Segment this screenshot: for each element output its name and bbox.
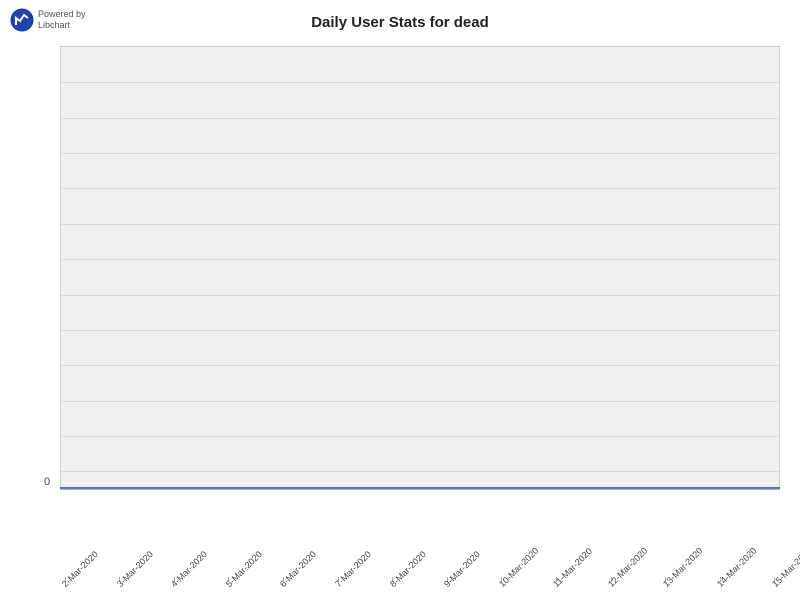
grid-line <box>61 82 779 83</box>
x-label-item: 6-Mar-2020 <box>278 577 288 592</box>
logo-text: Powered by Libchart <box>38 9 86 31</box>
grid-line <box>61 118 779 119</box>
x-label-text: 7-Mar-2020 <box>333 575 347 589</box>
x-label-item: 12-Mar-2020 <box>606 577 616 592</box>
grid-line <box>61 365 779 366</box>
logo: Powered by Libchart <box>10 8 86 32</box>
chart-title: Daily User Stats for dead <box>0 0 800 31</box>
x-label-text: 14-Mar-2020 <box>715 575 729 589</box>
x-label-text: 12-Mar-2020 <box>606 575 620 589</box>
x-label-item: 9-Mar-2020 <box>442 577 452 592</box>
x-label-text: 3-Mar-2020 <box>115 575 129 589</box>
grid-line <box>61 259 779 260</box>
grid-line <box>61 224 779 225</box>
x-label-text: 13-Mar-2020 <box>661 575 675 589</box>
x-label-item: 8-Mar-2020 <box>388 577 398 592</box>
grid-line <box>61 330 779 331</box>
data-series-line <box>60 487 780 489</box>
x-label-item: 11-Mar-2020 <box>551 577 561 592</box>
x-label-item: 10-Mar-2020 <box>497 577 507 592</box>
x-label-item: 2-Mar-2020 <box>60 577 70 592</box>
grid-line <box>61 188 779 189</box>
x-label-item: 13-Mar-2020 <box>661 577 671 592</box>
x-label-item: 14-Mar-2020 <box>715 577 725 592</box>
x-label-text: 11-Mar-2020 <box>551 575 565 589</box>
x-label-text: 9-Mar-2020 <box>442 575 456 589</box>
x-label-item: 3-Mar-2020 <box>115 577 125 592</box>
x-axis-labels: 2-Mar-2020 3-Mar-2020 4-Mar-2020 5-Mar-2020… <box>60 577 780 592</box>
x-label-item: 5-Mar-2020 <box>224 577 234 592</box>
x-label-text: 5-Mar-2020 <box>224 575 238 589</box>
x-label-text: 6-Mar-2020 <box>278 575 292 589</box>
x-label-item: 15-Mar-2020 <box>770 577 780 592</box>
grid-line <box>61 401 779 402</box>
grid-line <box>61 153 779 154</box>
x-label-item: 4-Mar-2020 <box>169 577 179 592</box>
chart-plot-area <box>60 46 780 490</box>
libchart-logo-icon <box>10 8 34 32</box>
x-label-text: 15-Mar-2020 <box>770 575 784 589</box>
x-label-text: 2-Mar-2020 <box>60 575 74 589</box>
x-label-item: 7-Mar-2020 <box>333 577 343 592</box>
grid-line <box>61 471 779 472</box>
grid-line <box>61 436 779 437</box>
grid-line <box>61 295 779 296</box>
y-axis-zero-label: 0 <box>44 476 50 488</box>
x-label-text: 8-Mar-2020 <box>388 575 402 589</box>
x-label-text: 4-Mar-2020 <box>169 575 183 589</box>
x-label-text: 10-Mar-2020 <box>497 575 511 589</box>
